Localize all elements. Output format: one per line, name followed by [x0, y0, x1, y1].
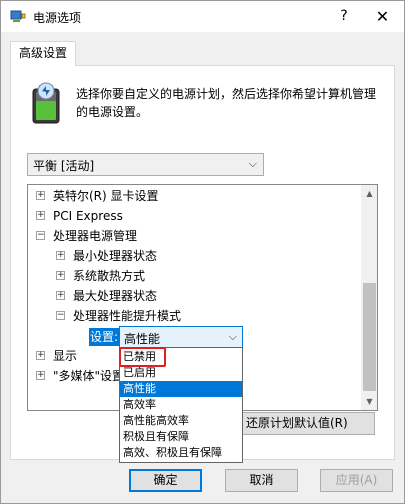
tree-item-label: 最大处理器状态 [73, 289, 158, 303]
help-icon[interactable]: ? [329, 1, 359, 32]
collapse-icon[interactable]: − [56, 311, 65, 320]
window-title: 电源选项 [33, 11, 82, 25]
tree-item-label: "多媒体"设置 [53, 369, 125, 383]
expand-icon[interactable]: + [56, 271, 65, 280]
expand-icon[interactable]: + [56, 251, 65, 260]
highlight-box [119, 347, 166, 367]
tab-advanced-settings[interactable]: 高级设置 [10, 41, 76, 66]
boost-mode-value: 高性能 [124, 332, 161, 346]
ok-button[interactable]: 确定 [129, 469, 202, 492]
power-plan-value: 平衡 [活动] [33, 159, 95, 173]
expand-icon[interactable]: + [36, 371, 45, 380]
boost-mode-select[interactable]: 高性能 ⌵ [119, 326, 243, 348]
option-efficient[interactable]: 高效率 [120, 397, 242, 413]
cancel-button[interactable]: 取消 [225, 469, 298, 492]
tree-item-label: 处理器电源管理 [53, 229, 138, 243]
option-enabled[interactable]: 已启用 [120, 365, 242, 381]
tree-item-label: 最小处理器状态 [73, 249, 158, 263]
tree-item-label: 处理器性能提升模式 [73, 309, 182, 323]
tree-item-label: 系统散热方式 [73, 269, 146, 283]
setting-label: 设置: [89, 328, 121, 346]
power-options-icon [10, 10, 26, 22]
description-text: 选择你要自定义的电源计划，然后选择你希望计算机管理的电源设置。 [76, 87, 377, 119]
tree-scrollbar[interactable]: ▲ ▼ [361, 185, 377, 410]
restore-defaults-button[interactable]: 还原计划默认值(R) [242, 412, 375, 435]
option-efficient-aggressive-guaranteed[interactable]: 高效、积极且有保障 [120, 445, 242, 461]
tree-item-label: 英特尔(R) 显卡设置 [53, 189, 159, 203]
scroll-up-icon[interactable]: ▲ [361, 185, 377, 202]
option-efficient-aggressive[interactable]: 高性能高效率 [120, 413, 242, 429]
option-aggressive[interactable]: 高性能 [120, 381, 242, 397]
title-bar: 电源选项 ? ✕ [1, 1, 404, 32]
scroll-down-icon[interactable]: ▼ [361, 393, 377, 410]
close-icon[interactable]: ✕ [361, 1, 404, 32]
expand-icon[interactable]: + [36, 191, 45, 200]
collapse-icon[interactable]: − [36, 231, 45, 240]
expand-icon[interactable]: + [36, 211, 45, 220]
chevron-down-icon: ⌵ [228, 330, 237, 343]
tree-item-label: PCI Express [53, 209, 123, 223]
expand-icon[interactable]: + [36, 351, 45, 360]
option-aggressive-guaranteed[interactable]: 积极且有保障 [120, 429, 242, 445]
apply-button[interactable]: 应用(A) [320, 469, 393, 492]
expand-icon[interactable]: + [56, 291, 65, 300]
power-plan-select[interactable]: 平衡 [活动] ⌵ [27, 153, 264, 176]
power-options-dialog: 电源选项 ? ✕ 高级设置 选择你要自定义的电源计划，然后选择你希望计算机管理的… [0, 0, 405, 504]
chevron-down-icon: ⌵ [248, 157, 257, 170]
battery-plan-icon [32, 82, 60, 124]
scrollbar-thumb[interactable] [363, 283, 376, 391]
tree-item-label: 显示 [53, 349, 78, 363]
